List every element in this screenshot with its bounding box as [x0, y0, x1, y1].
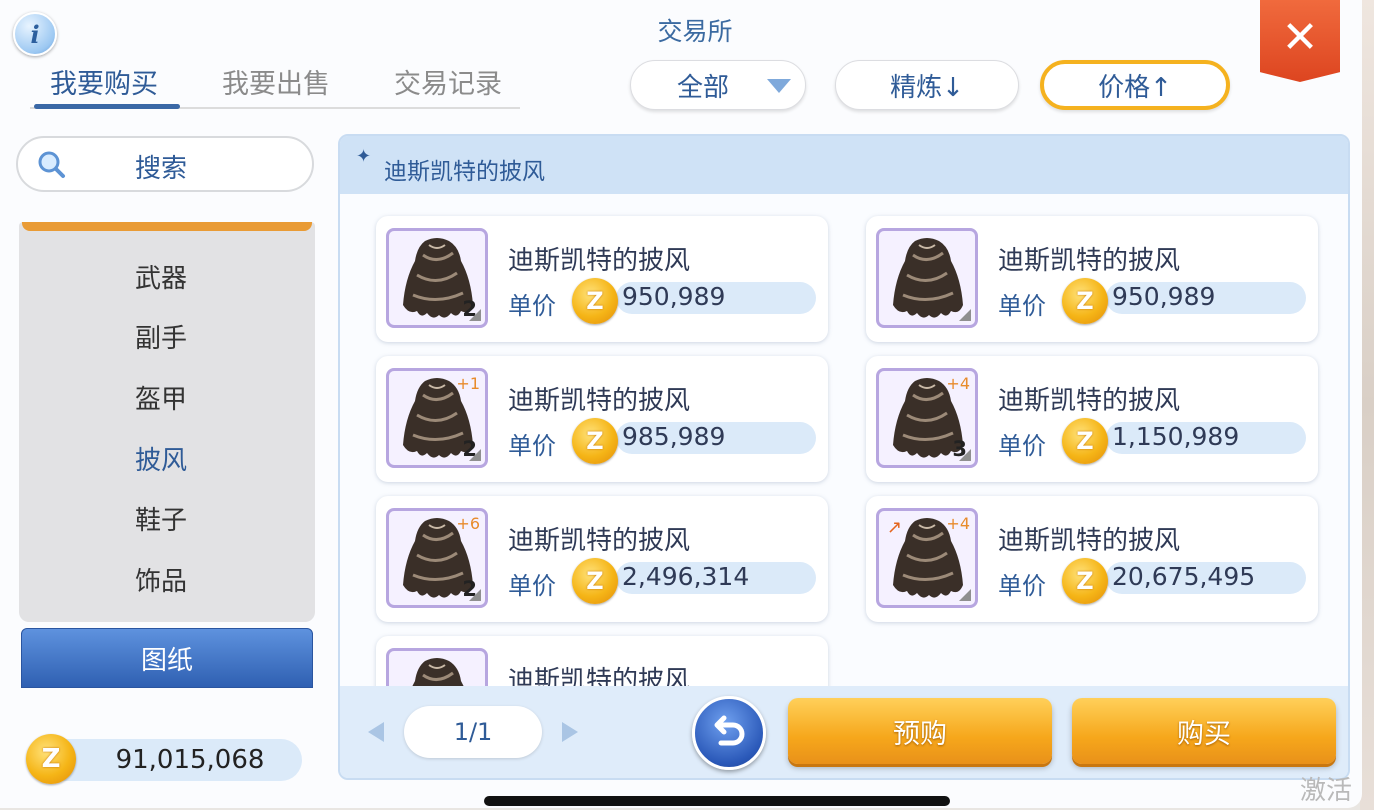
corner-marker-icon: [469, 589, 481, 601]
listing-item[interactable]: 迪斯凯特的披风 单价 Z 950,989: [866, 216, 1318, 342]
listing-item[interactable]: +1 2 迪斯凯特的披风 单价 Z 985,989: [376, 356, 828, 482]
item-name: 迪斯凯特的披风: [998, 246, 1181, 276]
search-button[interactable]: 搜索: [16, 136, 314, 192]
listing-grid: 2 迪斯凯特的披风 单价 Z 950,989 迪斯凯特的披风 单价 Z 950,989 +1 2 迪斯…: [340, 194, 1348, 762]
wallet-balance: 91,015,068: [40, 739, 302, 781]
wrench-icon: ↗: [887, 517, 903, 538]
preorder-button[interactable]: 预购: [788, 698, 1052, 764]
price-label: 单价: [998, 572, 1046, 600]
price-sort-button[interactable]: 价格↑: [1040, 60, 1230, 110]
listing-header: ✦ 迪斯凯特的披风: [340, 136, 1348, 194]
corner-marker-icon: [469, 449, 481, 461]
tab-buy[interactable]: 我要购买: [50, 62, 158, 101]
blueprint-button[interactable]: 图纸: [21, 628, 313, 688]
close-icon: ✕: [1281, 11, 1319, 63]
cape-item-icon: +4 3: [876, 368, 978, 468]
category-shoes[interactable]: 鞋子: [19, 500, 315, 537]
category-scroll-indicator: [22, 222, 312, 231]
category-list: 武器 副手 盔甲 披风 鞋子 饰品: [19, 222, 315, 622]
cape-item-icon: 2: [386, 228, 488, 328]
corner-marker-icon: [959, 449, 971, 461]
zeny-coin-icon: Z: [1062, 558, 1108, 604]
refresh-button[interactable]: [692, 696, 766, 770]
search-label: 搜索: [134, 154, 187, 184]
refine-level: +1: [456, 374, 480, 393]
item-price: 2,496,314: [622, 562, 750, 591]
item-name: 迪斯凯特的披风: [998, 386, 1181, 416]
zeny-coin-icon: Z: [1062, 418, 1108, 464]
next-page-button[interactable]: [562, 722, 578, 742]
item-price: 20,675,495: [1112, 562, 1256, 591]
category-select[interactable]: 全部: [630, 60, 806, 110]
listing-panel: ✦ 迪斯凯特的披风 2 迪斯凯特的披风 单价 Z 950,989 迪斯凯特的披风 单价 Z 95…: [338, 134, 1350, 780]
price-label: 单价: [508, 432, 556, 460]
item-price: 985,989: [622, 422, 726, 451]
listing-item[interactable]: ↗ +4 迪斯凯特的披风 单价 Z 20,675,495: [866, 496, 1318, 622]
background-strip: [1360, 0, 1374, 810]
listing-item[interactable]: 2 迪斯凯特的披风 单价 Z 950,989: [376, 216, 828, 342]
cape-item-icon: +6 2: [386, 508, 488, 608]
tab-active-indicator: [34, 104, 180, 109]
category-armor[interactable]: 盔甲: [19, 379, 315, 416]
info-icon: i: [30, 19, 40, 49]
zeny-coin-icon: Z: [572, 418, 618, 464]
zeny-coin-icon: Z: [1062, 278, 1108, 324]
refresh-icon: [714, 715, 745, 746]
item-name: 迪斯凯特的披风: [508, 526, 691, 556]
category-accessory[interactable]: 饰品: [19, 561, 315, 598]
listing-item[interactable]: +6 2 迪斯凯特的披风 单价 Z 2,496,314: [376, 496, 828, 622]
corner-marker-icon: [469, 309, 481, 321]
refine-level: +4: [946, 374, 970, 393]
category-weapon[interactable]: 武器: [19, 258, 315, 295]
item-name: 迪斯凯特的披风: [508, 386, 691, 416]
zeny-coin-icon: Z: [26, 734, 76, 784]
cape-item-icon: [876, 228, 978, 328]
sparkle-icon: ✦: [356, 146, 372, 167]
page-indicator: 1/1: [404, 706, 542, 758]
activate-watermark: 激活: [1300, 776, 1353, 806]
price-label: 单价: [998, 292, 1046, 320]
cape-item-icon: +1 2: [386, 368, 488, 468]
home-indicator: [484, 796, 950, 806]
category-select-value: 全部: [677, 72, 730, 103]
refine-level: +6: [456, 514, 480, 533]
close-button[interactable]: ✕: [1260, 0, 1340, 82]
window-title: 交易所: [657, 17, 733, 46]
prev-page-button[interactable]: [368, 722, 384, 742]
item-name: 迪斯凯特的披风: [508, 246, 691, 276]
item-price: 950,989: [622, 282, 726, 311]
cape-item-icon: ↗ +4: [876, 508, 978, 608]
refine-sort-button[interactable]: 精炼↓: [835, 60, 1019, 110]
category-offhand[interactable]: 副手: [19, 318, 315, 355]
tab-sell[interactable]: 我要出售: [222, 62, 330, 101]
zeny-coin-icon: Z: [572, 278, 618, 324]
category-cape[interactable]: 披风: [19, 440, 315, 477]
listing-footer: 1/1 预购 购买: [340, 686, 1348, 778]
chevron-down-icon: [767, 79, 791, 93]
price-label: 单价: [508, 572, 556, 600]
listing-item[interactable]: +4 3 迪斯凯特的披风 单价 Z 1,150,989: [866, 356, 1318, 482]
tab-history[interactable]: 交易记录: [394, 62, 502, 101]
corner-marker-icon: [959, 589, 971, 601]
zeny-coin-icon: Z: [572, 558, 618, 604]
buy-button[interactable]: 购买: [1072, 698, 1336, 764]
refine-level: +4: [946, 514, 970, 533]
item-price: 950,989: [1112, 282, 1216, 311]
exchange-panel: i 交易所 ✕ 我要购买 我要出售 交易记录 全部 精炼↓ 价格↑ 搜索 武器 …: [0, 0, 1362, 808]
price-label: 单价: [508, 292, 556, 320]
item-name: 迪斯凯特的披风: [998, 526, 1181, 556]
item-price: 1,150,989: [1112, 422, 1240, 451]
price-label: 单价: [998, 432, 1046, 460]
corner-marker-icon: [959, 309, 971, 321]
listing-header-title: 迪斯凯特的披风: [384, 159, 545, 185]
info-button[interactable]: i: [13, 12, 57, 56]
